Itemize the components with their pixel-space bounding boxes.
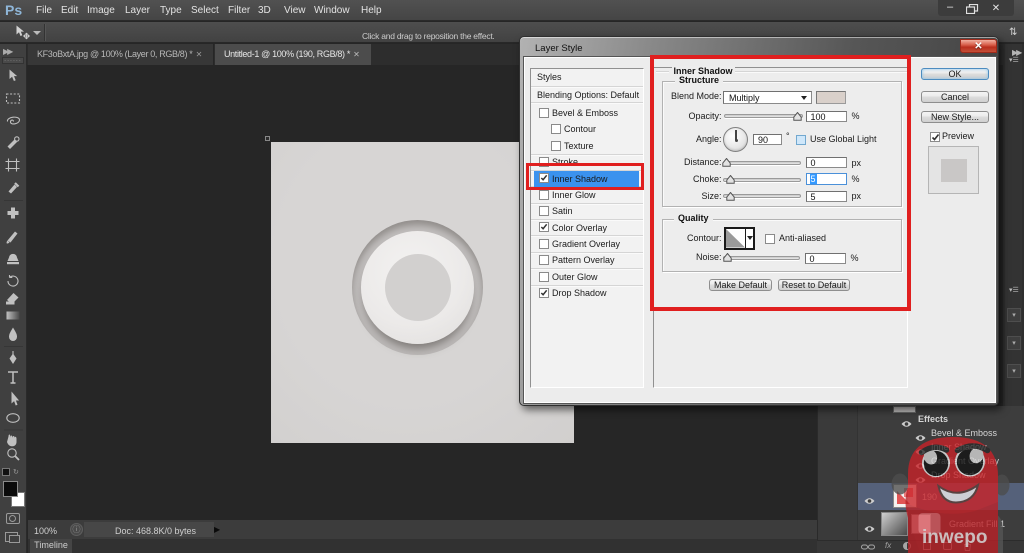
svg-text:inwepo: inwepo <box>922 527 987 548</box>
